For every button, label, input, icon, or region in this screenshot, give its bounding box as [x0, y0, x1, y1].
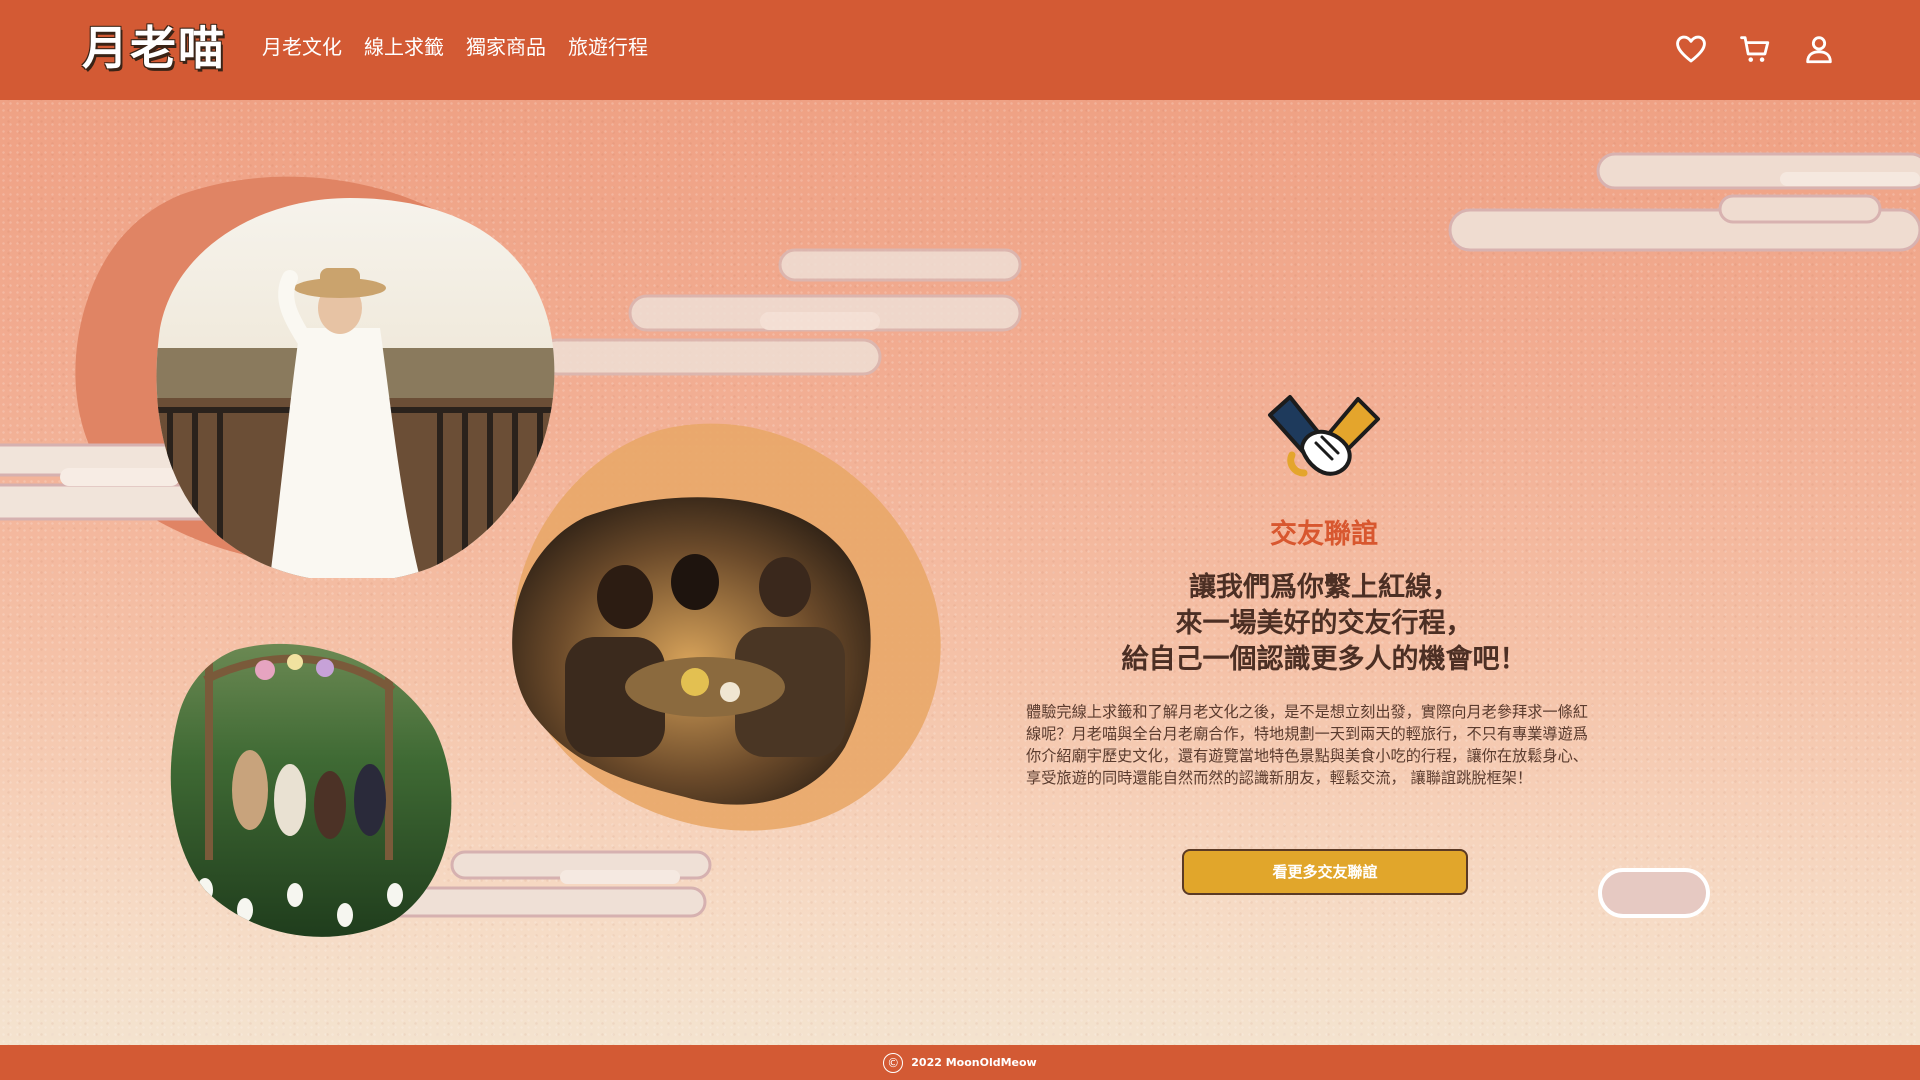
- headline: 讓我們爲你繫上紅線， 來一場美好的交友行程， 給自己一個認識更多人的機會吧！: [1080, 570, 1568, 678]
- nav-item-travel[interactable]: 旅遊行程: [568, 30, 648, 64]
- headline-line-3: 給自己一個認識更多人的機會吧！: [1121, 644, 1527, 675]
- cloud-bottom-right: [1598, 868, 1710, 918]
- description-line-2: 線呢？月老喵與全台月老廟合作，特地規劃一天到兩天的輕旅行，不只有專業導遊爲: [1026, 725, 1588, 743]
- nav-item-fortune[interactable]: 線上求籤: [364, 30, 444, 64]
- footer: © 2022 MoonOldMeow: [0, 1045, 1920, 1080]
- nav-item-culture[interactable]: 月老文化: [262, 30, 342, 64]
- photo-group-dinner: [505, 487, 875, 807]
- copyright-icon: ©: [883, 1052, 904, 1073]
- top-header: 月老喵 月老文化 線上求籤 獨家商品 旅遊行程: [0, 0, 1920, 100]
- cart-icon[interactable]: [1738, 32, 1772, 66]
- photo-flower-field: [165, 640, 455, 940]
- headline-line-2: 來一場美好的交友行程，: [1175, 608, 1473, 639]
- footer-copyright: 2022 MoonOldMeow: [911, 1056, 1037, 1069]
- hero-section: 交友聯誼 讓我們爲你繫上紅線， 來一場美好的交友行程， 給自己一個認識更多人的機…: [0, 100, 1920, 1045]
- user-icon[interactable]: [1802, 32, 1836, 66]
- main-nav: 月老文化 線上求籤 獨家商品 旅遊行程: [262, 30, 648, 64]
- photo-woman-hat: [150, 198, 560, 578]
- description-line-1: 體驗完線上求籤和了解月老文化之後，是不是想立刻出發，實際向月老參拜求一條紅: [1026, 703, 1588, 721]
- heart-icon[interactable]: [1674, 32, 1708, 66]
- section-label: 交友聯誼: [1270, 519, 1378, 550]
- headline-line-1: 讓我們爲你繫上紅線，: [1189, 572, 1459, 603]
- header-actions: [1674, 32, 1836, 66]
- description-line-4: 享受旅遊的同時還能自然而然的認識新朋友，輕鬆交流， 讓聯誼跳脫框架！: [1026, 769, 1533, 787]
- site-logo[interactable]: 月老喵: [82, 18, 226, 78]
- handshake-icon: [1262, 385, 1386, 493]
- see-more-button[interactable]: 看更多交友聯誼: [1182, 849, 1468, 895]
- description: 體驗完線上求籤和了解月老文化之後，是不是想立刻出發，實際向月老參拜求一條紅 線呢…: [1026, 701, 1622, 789]
- nav-item-products[interactable]: 獨家商品: [466, 30, 546, 64]
- cloud-top-right: [1448, 152, 1920, 252]
- cloud-top-center: [538, 248, 1022, 376]
- description-line-3: 你介紹廟宇歷史文化，還有遊覽當地特色景點與美食小吃的行程，讓你在放鬆身心、: [1026, 747, 1588, 765]
